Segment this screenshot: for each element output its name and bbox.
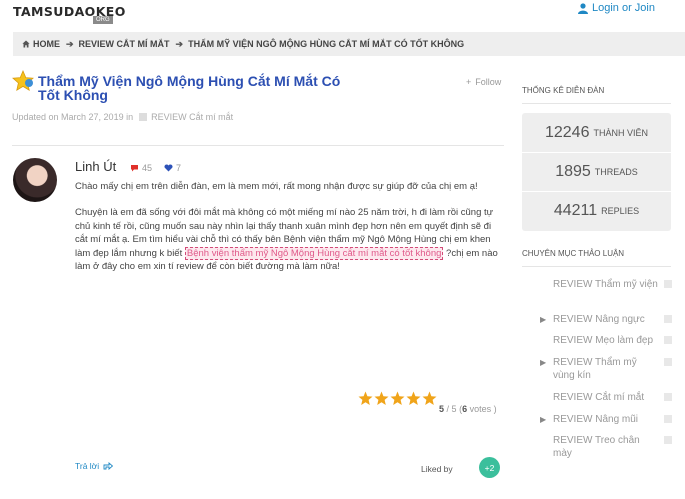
rating-star-icon[interactable]: [390, 391, 405, 406]
stat-label: THREADS: [594, 167, 638, 177]
rating-votes: 6: [462, 404, 468, 414]
category-label: REVIEW Mẹo làm đẹp: [553, 335, 654, 346]
rating-value: 5: [439, 404, 445, 414]
stat-number: 12246: [544, 123, 590, 141]
heart-icon: [164, 164, 173, 172]
category-label: REVIEW Cắt mí mắt: [553, 392, 645, 403]
divider: [12, 145, 504, 146]
follow-label: Follow: [475, 77, 502, 87]
stat-threads: 1895 THREADS: [522, 152, 671, 191]
breadcrumb-home-label: HOME: [33, 39, 60, 49]
category-count-box: [664, 436, 672, 444]
site-logo[interactable]: TAMSUDAOKEO ORG: [13, 4, 126, 24]
category-count-box: [664, 280, 672, 288]
stat-label: THÀNH VIÊN: [593, 127, 648, 138]
stat-replies: 44211 REPLIES: [522, 191, 671, 230]
category-label: REVIEW Treo chân mày: [553, 435, 640, 459]
reply-label: Trả lời: [75, 461, 100, 471]
category-count-box: [664, 336, 672, 344]
breadcrumb-home[interactable]: HOME: [22, 39, 60, 49]
category-label: REVIEW Nâng mũi: [553, 414, 639, 425]
post-body-link[interactable]: Bệnh viện thẩm mỹ Ngô Mộng Hùng cắt mí m…: [184, 246, 444, 260]
home-icon: [22, 40, 30, 48]
categories-heading: CHUYÊN MỤC THẢO LUẬN: [522, 249, 625, 258]
divider: [522, 266, 671, 267]
category-count-box: [664, 315, 672, 323]
breadcrumb-item-current[interactable]: THẨM MỸ VIỆN NGÔ MỘNG HÙNG CẮT MÍ MẮT CÓ…: [188, 39, 464, 49]
breadcrumb: HOME ➔ REVIEW CẮT MÍ MẮT ➔ THẨM MỸ VIỆN …: [13, 32, 685, 56]
caret-right-icon[interactable]: ▶: [540, 413, 546, 426]
author-comment-count: 45: [130, 163, 152, 173]
author-name[interactable]: Linh Út: [75, 159, 116, 174]
rating-star-icon[interactable]: [406, 391, 421, 406]
top-bar: TAMSUDAOKEO ORG Login or Join: [0, 0, 685, 30]
stat-members: 12246 THÀNH VIÊN: [522, 113, 671, 152]
stat-number: 1895: [555, 163, 591, 180]
comment-count: 45: [142, 163, 153, 173]
post-greeting: Chào mấy chị em trên diễn đàn, em là mem…: [75, 181, 478, 192]
user-icon: [578, 2, 588, 14]
rating-star-icon[interactable]: [374, 391, 389, 406]
stat-label: REPLIES: [601, 206, 640, 216]
category-count-box: [664, 393, 672, 401]
divider: [522, 103, 671, 104]
liked-by-badge[interactable]: +2: [479, 457, 500, 478]
category-label: REVIEW Thẩm mỹ vùng kín: [553, 357, 637, 381]
login-link[interactable]: Login or Join: [578, 2, 655, 14]
caret-right-icon[interactable]: ▶: [540, 356, 546, 369]
stats-heading: THỐNG KÊ DIỄN ĐÀN: [522, 86, 605, 95]
plus-icon: +: [466, 77, 472, 87]
follow-button[interactable]: + Follow: [466, 77, 501, 87]
reply-button[interactable]: Trả lời: [75, 461, 114, 471]
post-title: Thẩm Mỹ Viện Ngô Mộng Hùng Cắt Mí Mắt Có…: [38, 73, 341, 103]
rating-summary: 5 / 5 (6 votes ): [439, 404, 497, 414]
forum-stats: 12246 THÀNH VIÊN 1895 THREADS 44211 REPL…: [522, 113, 671, 231]
category-count-box: [664, 415, 672, 423]
breadcrumb-item-category[interactable]: REVIEW CẮT MÍ MẮT: [79, 39, 170, 49]
login-label: Login or Join: [592, 2, 655, 14]
category-count-box: [664, 358, 672, 366]
avatar[interactable]: [13, 158, 57, 202]
share-icon: [103, 462, 114, 470]
category-icon: [139, 113, 148, 121]
category-label: REVIEW Nâng ngực: [553, 314, 645, 325]
rating-max: / 5: [446, 404, 457, 414]
rating-votes-label: votes ): [469, 404, 497, 414]
author-like-count: 7: [164, 163, 181, 173]
stat-number: 44211: [553, 202, 598, 219]
liked-by-label: Liked by: [421, 464, 453, 474]
rating-star-icon[interactable]: [358, 391, 373, 406]
post-meta: Updated on March 27, 2019 in REVIEW Cắt …: [12, 112, 233, 122]
like-count: 7: [176, 163, 182, 173]
arrow-right-icon: ➔: [66, 38, 74, 49]
post-category-link[interactable]: REVIEW Cắt mí mắt: [151, 112, 233, 122]
star-icon: [12, 70, 34, 92]
arrow-right-icon: ➔: [175, 38, 184, 49]
updated-date: Updated on March 27, 2019 in: [12, 112, 134, 122]
rating-star-icon[interactable]: [422, 391, 437, 406]
logo-subtext: ORG: [93, 16, 113, 24]
comment-icon: [131, 165, 138, 172]
post-body: Chuyện là em đã sống với đôi mắt mà khôn…: [75, 206, 503, 274]
caret-right-icon[interactable]: ▶: [540, 313, 546, 326]
rating-stars[interactable]: [358, 391, 437, 406]
category-label: REVIEW Thẩm mỹ viện: [553, 279, 658, 290]
